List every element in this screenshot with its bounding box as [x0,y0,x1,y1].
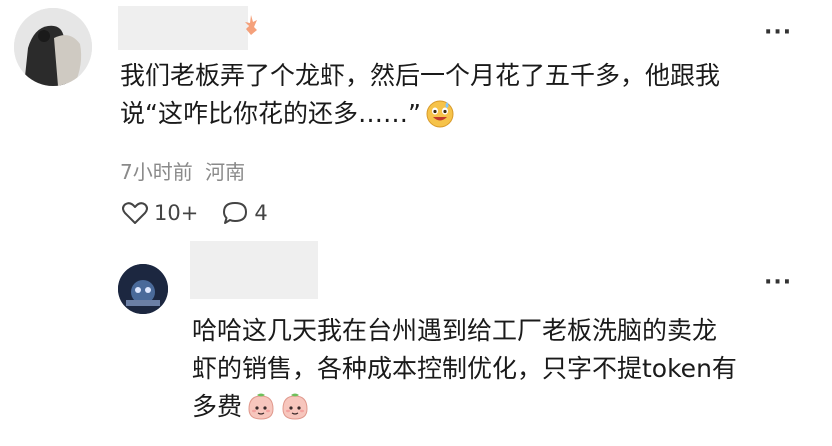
reply-more-options-button[interactable]: ··· [764,272,792,294]
reply-text: 哈哈这几天我在台州遇到给工厂老板洗脑的卖龙 虾的销售，各种成本控制优化，只字不提… [192,312,822,432]
reply-text-line: 多费 [192,392,243,421]
reply-avatar[interactable] [118,264,168,314]
heart-icon [122,202,148,224]
flame-icon [244,14,258,36]
peach-emoji-icon [280,391,310,432]
username-redacted[interactable] [118,6,248,50]
like-count: 10+ [154,201,199,225]
grin-sweat-emoji-icon [425,98,455,139]
peach-emoji-icon [246,391,276,432]
like-button[interactable]: 10+ [122,201,198,225]
avatar[interactable] [14,8,92,86]
reply-count: 4 [254,201,268,225]
timestamp: 7小时前 [120,160,193,184]
more-options-button[interactable]: ··· [764,22,792,44]
comment-actions: 10+ 4 [122,201,292,225]
reply-username-redacted[interactable] [190,241,318,299]
comment-text: 我们老板弄了个龙虾，然后一个月花了五千多，他跟我 说“这咋比你花的还多……” [120,57,810,139]
reply-text-line: 虾的销售，各种成本控制优化，只字不提token有 [192,354,737,383]
comment-meta: 7小时前 河南 [120,156,245,185]
comment-text-line: 我们老板弄了个龙虾，然后一个月花了五千多，他跟我 [120,61,721,90]
speech-bubble-icon [223,202,248,224]
location: 河南 [205,160,246,184]
reply-text-line: 哈哈这几天我在台州遇到给工厂老板洗脑的卖龙 [192,316,718,345]
reply-button[interactable]: 4 [222,201,268,225]
comment-text-line: 说“这咋比你花的还多……” [120,99,421,128]
